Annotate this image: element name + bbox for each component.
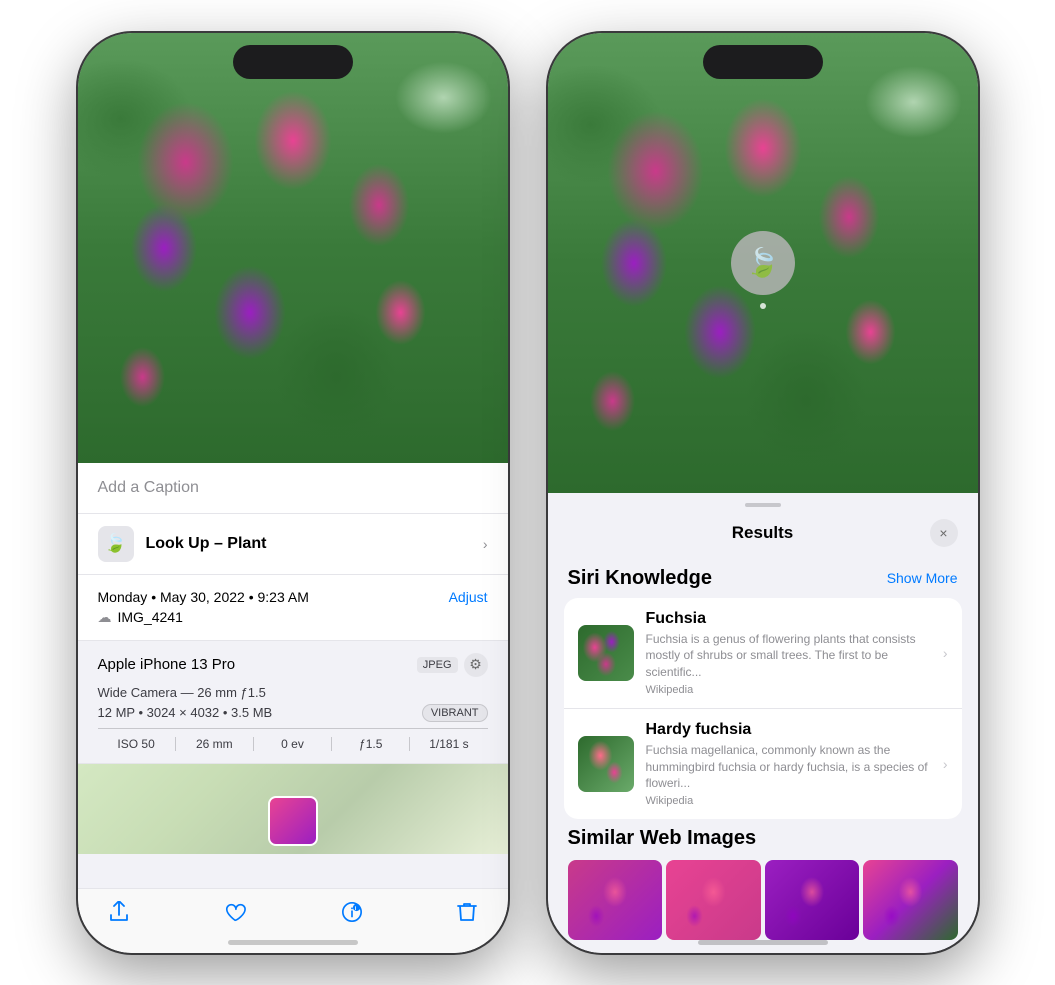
fuchsia-chevron-icon: › (943, 645, 948, 661)
knowledge-item-fuchsia[interactable]: Fuchsia Fuchsia is a genus of flowering … (564, 598, 962, 709)
adjust-button[interactable]: Adjust (449, 589, 488, 605)
cloud-icon: ☁ (98, 609, 112, 626)
right-phone: 🍃 Results × Siri Knowledge Show More (548, 33, 978, 953)
right-screen: 🍃 Results × Siri Knowledge Show More (548, 33, 978, 953)
device-name: Apple iPhone 13 Pro (98, 656, 236, 673)
exif-aperture: ƒ1.5 (332, 737, 410, 751)
home-indicator-right (698, 940, 828, 945)
fuchsia-content: Fuchsia Fuchsia is a genus of flowering … (646, 610, 931, 696)
fuchsia-thumbnail (578, 625, 634, 681)
delete-button[interactable] (457, 901, 477, 929)
date-info: Monday • May 30, 2022 • 9:23 AM (98, 589, 309, 605)
similar-image-4[interactable] (863, 860, 958, 940)
info-button[interactable]: i (341, 901, 363, 929)
lookup-row[interactable]: 🍃 Look Up – Plant › (78, 514, 508, 575)
results-panel: Results × Siri Knowledge Show More Fuchs… (548, 493, 978, 953)
hardy-name: Hardy fuchsia (646, 721, 931, 739)
exif-iso: ISO 50 (98, 737, 176, 751)
photo-area[interactable] (78, 33, 508, 463)
lookup-chevron-icon: › (483, 536, 488, 552)
siri-knowledge-title: Siri Knowledge (568, 567, 712, 590)
similar-section: Similar Web Images (548, 827, 978, 950)
similar-image-1[interactable] (568, 860, 663, 940)
siri-leaf-icon: 🍃 (745, 246, 780, 279)
results-header: Results × (548, 507, 978, 557)
like-button[interactable] (224, 901, 246, 929)
siri-dot (760, 303, 766, 309)
knowledge-card: Fuchsia Fuchsia is a genus of flowering … (564, 598, 962, 820)
gear-icon[interactable]: ⚙ (464, 653, 488, 677)
knowledge-item-hardy[interactable]: Hardy fuchsia Fuchsia magellanica, commo… (564, 709, 962, 819)
fuchsia-source: Wikipedia (646, 684, 931, 696)
fuchsia-name: Fuchsia (646, 610, 931, 628)
caption-placeholder: Add a Caption (98, 479, 199, 496)
hardy-description: Fuchsia magellanica, commonly known as t… (646, 742, 931, 792)
left-screen: Add a Caption 🍃 Look Up – Plant › Monday… (78, 33, 508, 953)
vibrant-badge: VIBRANT (422, 704, 488, 722)
filename: IMG_4241 (118, 609, 183, 625)
share-button[interactable] (108, 901, 130, 929)
camera-details: Wide Camera — 26 mm ƒ1.5 (98, 685, 488, 700)
jpeg-badge: JPEG (417, 657, 458, 673)
exif-ev: 0 ev (254, 737, 332, 751)
hardy-source: Wikipedia (646, 795, 931, 807)
left-phone: Add a Caption 🍃 Look Up – Plant › Monday… (78, 33, 508, 953)
lookup-icon: 🍃 (98, 526, 134, 562)
info-section: Monday • May 30, 2022 • 9:23 AM Adjust ☁… (78, 575, 508, 641)
home-indicator (228, 940, 358, 945)
similar-images[interactable] (568, 860, 958, 940)
hardy-content: Hardy fuchsia Fuchsia magellanica, commo… (646, 721, 931, 807)
dynamic-island (233, 45, 353, 79)
badge-row: JPEG ⚙ (417, 653, 488, 677)
similar-image-2[interactable] (666, 860, 761, 940)
hardy-thumbnail (578, 736, 634, 792)
caption-area[interactable]: Add a Caption (78, 463, 508, 514)
exif-shutter: 1/181 s (410, 737, 487, 751)
siri-knowledge-header: Siri Knowledge Show More (548, 557, 978, 598)
results-title: Results (596, 523, 930, 543)
similar-image-3[interactable] (765, 860, 860, 940)
device-section: Apple iPhone 13 Pro JPEG ⚙ Wide Camera —… (78, 641, 508, 764)
show-more-button[interactable]: Show More (887, 570, 958, 586)
map-thumbnail (268, 796, 318, 846)
dynamic-island-right (703, 45, 823, 79)
exif-row: ISO 50 26 mm 0 ev ƒ1.5 1/181 s (98, 728, 488, 751)
close-button[interactable]: × (930, 519, 958, 547)
photo-area-right: 🍃 (548, 33, 978, 493)
hardy-chevron-icon: › (943, 756, 948, 772)
exif-mm: 26 mm (176, 737, 254, 751)
similar-title: Similar Web Images (568, 827, 958, 850)
map-area[interactable] (78, 764, 508, 854)
flower-photo (78, 33, 508, 463)
fuchsia-description: Fuchsia is a genus of flowering plants t… (646, 631, 931, 681)
lookup-label: Look Up – Plant (146, 535, 267, 553)
siri-button[interactable]: 🍃 (731, 231, 795, 295)
mp-info: 12 MP • 3024 × 4032 • 3.5 MB (98, 705, 273, 720)
